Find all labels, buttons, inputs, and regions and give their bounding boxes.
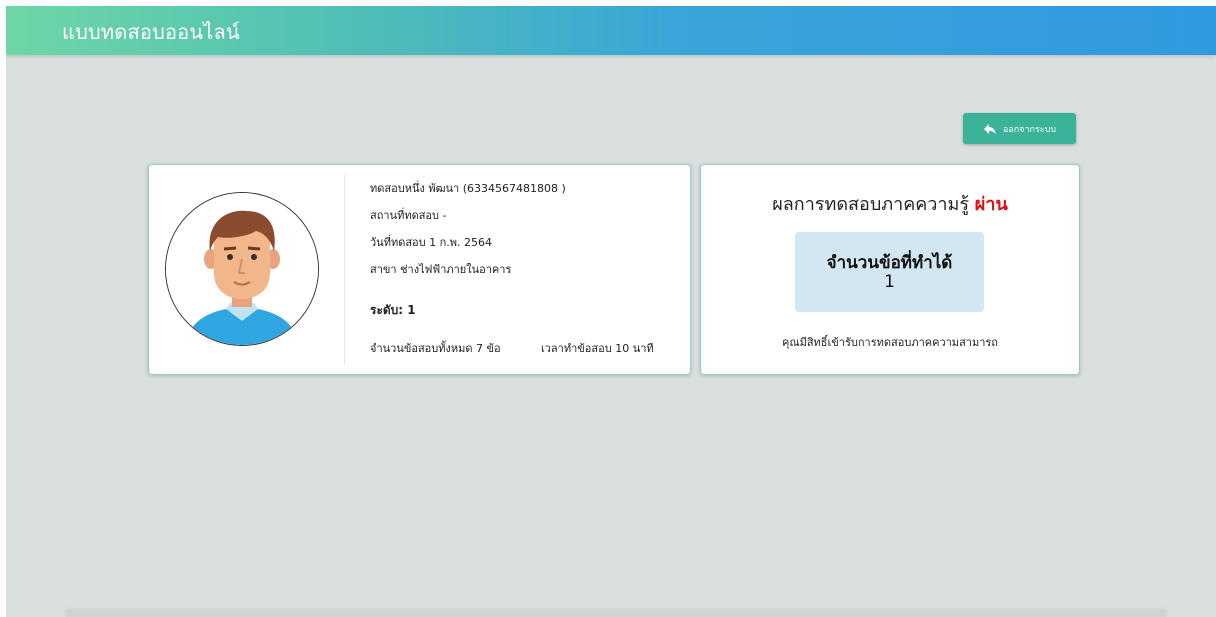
result-card: ผลการทดสอบภาคความรู้ ผ่าน จำนวนข้อที่ทำไ…: [700, 164, 1080, 375]
exam-branch: สาขา ช่างไฟฟ้าภายในอาคาร: [370, 263, 512, 276]
profile-divider: [344, 175, 345, 365]
logout-button[interactable]: ออกจากระบบ: [963, 113, 1076, 144]
app-window: แบบทดสอบออนไลน์ ออกจากระบบ ทดสอบหนึ่ง พั…: [6, 6, 1216, 617]
logout-label: ออกจากระบบ: [1002, 124, 1057, 135]
score-value: 1: [884, 272, 895, 292]
exam-level: ระดับ: 1: [370, 303, 416, 317]
candidate-name-id: ทดสอบหนึ่ง พัฒนา (6334567481808 ): [370, 182, 566, 195]
exam-date: วันที่ทดสอบ 1 ก.พ. 2564: [370, 236, 493, 249]
total-questions: จำนวนข้อสอบทั้งหมด 7 ข้อ: [370, 342, 501, 355]
result-title: ผลการทดสอบภาคความรู้ ผ่าน: [701, 189, 1079, 218]
profile-card: ทดสอบหนึ่ง พัฒนา (6334567481808 ) สถานที…: [148, 164, 691, 375]
footer-bar: [66, 610, 1166, 617]
exam-duration: เวลาทำข้อสอบ 10 นาที: [541, 342, 654, 355]
eligibility-note: คุณมีสิทธิ์เข้ารับการทดสอบภาคความสามารถ: [782, 336, 998, 349]
score-box: จำนวนข้อที่ทำได้ 1: [795, 232, 984, 312]
app-title: แบบทดสอบออนไลน์: [62, 20, 240, 44]
exam-location: สถานที่ทดสอบ -: [370, 209, 447, 222]
top-navbar: แบบทดสอบออนไลน์: [6, 6, 1216, 55]
result-status: ผ่าน: [974, 194, 1008, 215]
result-title-label: ผลการทดสอบภาคความรู้: [772, 194, 970, 215]
person-avatar-icon: [165, 192, 319, 346]
reply-arrow-icon: [983, 123, 997, 135]
